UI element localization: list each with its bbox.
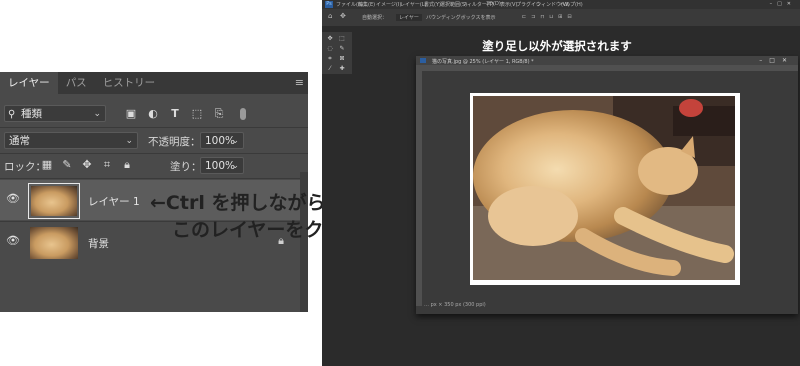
smart-object-filter-icon[interactable]: ⎘ — [212, 107, 226, 121]
tools-panel: ✥ ⬚ ◌ ✎ ⌗ ⊠ ⁄ ✚ — [322, 32, 352, 74]
crop-tool-icon[interactable]: ⌗ — [326, 55, 334, 62]
layer-name[interactable]: レイヤー 1 — [88, 194, 140, 209]
auto-select-checkbox[interactable]: 自動選択： — [362, 14, 387, 21]
fill-label: 塗り： — [170, 161, 202, 173]
menu-3d[interactable]: 3D(D) — [486, 1, 501, 7]
opacity-label: 不透明度： — [148, 136, 201, 148]
divider — [0, 153, 308, 154]
canvas[interactable] — [470, 93, 740, 285]
healing-tool-icon[interactable]: ✚ — [338, 65, 346, 72]
blend-mode-value: 通常 — [9, 135, 30, 147]
layer-name[interactable]: 背景 — [88, 236, 109, 251]
document-title[interactable]: 猫の写真.jpg @ 25% (レイヤー 1, RGB/8) * — [432, 58, 534, 65]
chevron-down-icon: ⌄ — [125, 136, 133, 146]
frame-tool-icon[interactable]: ⊠ — [338, 55, 346, 62]
horizontal-ruler — [416, 65, 798, 71]
opacity-input[interactable]: 100% ⌄ — [200, 132, 244, 149]
lock-all-icon[interactable]: 🔒︎ — [120, 158, 134, 172]
filter-kind-label: 種類 — [21, 108, 42, 120]
image-filter-icon[interactable]: ▣ — [124, 107, 138, 121]
menu-type[interactable]: 書式(Y) — [424, 1, 441, 8]
chevron-down-icon: ⌄ — [93, 109, 101, 119]
menu-help[interactable]: ヘルプ(H) — [560, 1, 583, 8]
layer-filter-dropdown[interactable]: ⚲ 種類 ⌄ — [4, 105, 106, 122]
divider — [0, 178, 308, 179]
lock-image-icon[interactable]: ✎ — [60, 158, 74, 172]
eyedropper-tool-icon[interactable]: ⁄ — [326, 65, 334, 72]
panel-menu-icon[interactable]: ≡ — [295, 76, 304, 89]
home-icon[interactable]: ⌂ — [328, 12, 332, 20]
move-tool-icon[interactable]: ✥ — [340, 12, 346, 20]
bounding-box-checkbox[interactable]: バウンディングボックスを表示 — [426, 14, 496, 21]
annotation-line-1: ←Ctrl を押しながら — [150, 192, 326, 214]
layer-thumbnail — [28, 183, 80, 219]
filter-toggle-icon[interactable] — [240, 108, 246, 120]
lock-artboard-icon[interactable]: ⌗ — [100, 158, 114, 172]
layer-thumbnail — [28, 225, 80, 261]
move-tool-icon[interactable]: ✥ — [326, 35, 334, 42]
options-bar: ⌂ ✥ 自動選択： レイヤー バウンディングボックスを表示 ⊏⊐⊓⊔⊞⊟ — [322, 9, 800, 26]
artboard-tool-icon[interactable]: ⬚ — [338, 35, 346, 42]
fill-input[interactable]: 100% ⌄ — [200, 157, 244, 174]
cat-photo-art — [473, 96, 735, 280]
document-status: … px × 350 px (300 ppi) — [424, 302, 486, 308]
photoshop-window: Ps ファイル(F) 編集(E) イメージ(I) レイヤー(L) 書式(Y) 選… — [322, 0, 800, 366]
visibility-eye-icon[interactable]: 👁︎ — [6, 193, 20, 204]
shape-filter-icon[interactable]: ⬚ — [190, 107, 204, 121]
menu-view[interactable]: 表示(V) — [500, 1, 517, 8]
chevron-down-icon: ⌄ — [231, 161, 239, 171]
menu-edit[interactable]: 編集(E) — [358, 1, 375, 8]
align-icons[interactable]: ⊏⊐⊓⊔⊞⊟ — [522, 14, 577, 20]
document-icon — [420, 58, 426, 63]
tab-paths[interactable]: パス — [58, 72, 95, 94]
type-filter-icon[interactable]: T — [168, 107, 182, 121]
lock-position-icon[interactable]: ✥ — [80, 158, 94, 172]
app-window-controls[interactable]: –□✕ — [770, 1, 796, 7]
document-window: 猫の写真.jpg @ 25% (レイヤー 1, RGB/8) * –□✕ … p… — [416, 56, 798, 314]
lock-icon-row: ▦ ✎ ✥ ⌗ 🔒︎ — [40, 158, 140, 172]
chevron-down-icon: ⌄ — [231, 136, 239, 146]
panel-tab-bar: レイヤー パス ヒストリー ≡ — [0, 72, 308, 94]
document-title-bar: 猫の写真.jpg @ 25% (レイヤー 1, RGB/8) * –□✕ — [416, 56, 798, 65]
tab-history[interactable]: ヒストリー — [95, 72, 164, 94]
filter-icon-row: ▣ ◐ T ⬚ ⎘ — [124, 107, 284, 121]
adjustment-filter-icon[interactable]: ◐ — [146, 107, 160, 121]
menu-image[interactable]: イメージ(I) — [376, 1, 401, 8]
blend-mode-dropdown[interactable]: 通常 ⌄ — [4, 132, 138, 149]
selection-notice: 塗り足し以外が選択されます — [482, 39, 632, 53]
document-window-controls[interactable]: –□✕ — [759, 57, 794, 64]
divider — [0, 127, 308, 128]
search-icon: ⚲ — [8, 109, 16, 120]
quick-select-tool-icon[interactable]: ✎ — [338, 45, 346, 52]
photoshop-logo-icon: Ps — [325, 1, 333, 8]
tab-layers[interactable]: レイヤー — [0, 72, 58, 94]
menu-layer[interactable]: レイヤー(L) — [400, 1, 427, 8]
vertical-ruler — [416, 71, 422, 306]
lock-transparent-icon[interactable]: ▦ — [40, 158, 54, 172]
lasso-tool-icon[interactable]: ◌ — [326, 45, 334, 52]
visibility-eye-icon[interactable]: 👁︎ — [6, 235, 20, 246]
auto-select-target-dropdown[interactable]: レイヤー — [396, 14, 422, 21]
cat-photo — [473, 96, 735, 280]
menu-bar: Ps ファイル(F) 編集(E) イメージ(I) レイヤー(L) 書式(Y) 選… — [322, 0, 800, 9]
